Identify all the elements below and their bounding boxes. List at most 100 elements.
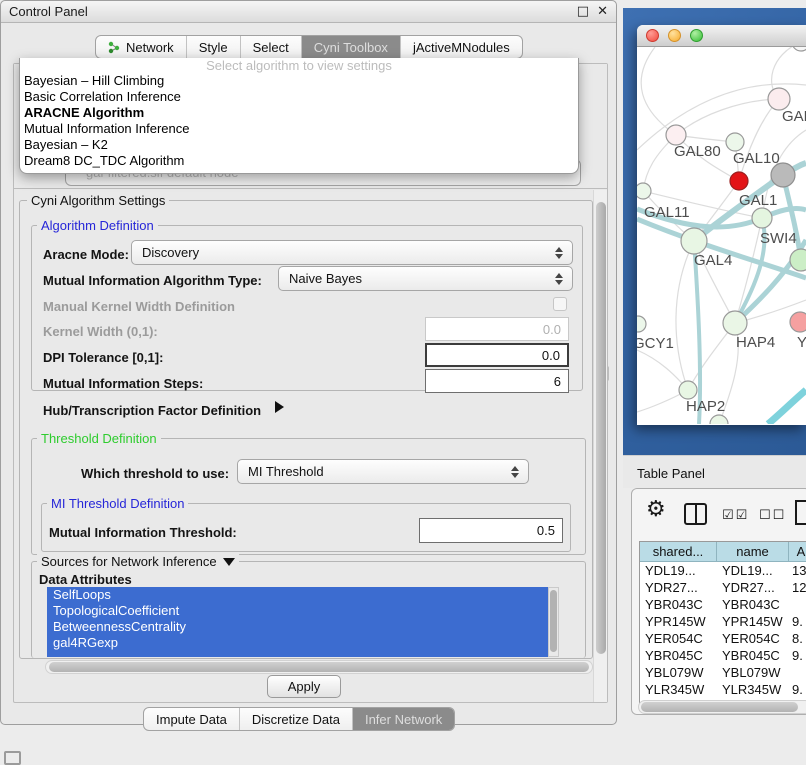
node-hap4[interactable] [723, 311, 747, 335]
close-traffic-icon[interactable] [646, 29, 659, 42]
control-panel-titlebar: Control Panel □ ✕ [1, 1, 616, 23]
table-row[interactable]: YBR045C YBR045C 9. [640, 647, 806, 664]
gear-icon[interactable]: ⚙ [646, 499, 666, 521]
node-label-gal1: GAL1 [739, 192, 777, 209]
tab-select[interactable]: Select [241, 36, 302, 58]
apply-button[interactable]: Apply [267, 675, 341, 698]
tab-impute-data[interactable]: Impute Data [144, 708, 240, 730]
horizontal-scrollbar[interactable] [45, 660, 593, 674]
select-all-columns-icon[interactable]: ☑☑ [722, 508, 749, 523]
node-bottom-partial[interactable] [710, 415, 728, 424]
apply-label: Apply [288, 679, 321, 694]
attribute-item-selected[interactable]: gal4RGexp [47, 635, 548, 651]
network-view-window: GAL80 GAL10 GAL GAL11 GAL1 SWI4 GAL4 GCY… [637, 25, 806, 425]
dropdown-item[interactable]: Dream8 DC_TDC Algorithm [20, 153, 578, 169]
kernel-width-field[interactable]: 0.0 [425, 317, 569, 341]
tab-cyni-toolbox[interactable]: Cyni Toolbox [302, 36, 401, 58]
manual-kernel-checkbox[interactable] [553, 297, 567, 311]
node-gal80[interactable] [666, 125, 686, 145]
mi-steps-value: 6 [554, 374, 561, 389]
node-gal1-highlighted[interactable] [730, 172, 748, 190]
float-window-icon[interactable]: □ [577, 4, 589, 19]
horizontal-scrollbar-thumb[interactable] [49, 662, 589, 672]
minimize-traffic-icon[interactable] [668, 29, 681, 42]
table-row[interactable]: YBR043C YBR043C [640, 596, 806, 613]
dpi-tolerance-label: DPI Tolerance [0,1]: [43, 350, 163, 365]
mi-threshold-field[interactable]: 0.5 [419, 518, 563, 543]
tab-network[interactable]: Network [96, 36, 187, 58]
tab-jactivemnodules[interactable]: jActiveMNodules [401, 36, 522, 58]
deselect-all-columns-icon[interactable]: ☐☐ [759, 508, 786, 523]
node-gal4[interactable] [681, 228, 707, 254]
table-row[interactable]: YDR27... YDR27... 12 [640, 579, 806, 596]
tab-discretize-data[interactable]: Discretize Data [240, 708, 353, 730]
cell: YBR043C [640, 596, 717, 613]
cell: 9. [789, 613, 806, 630]
stepper-arrows-icon [555, 273, 563, 285]
data-attributes-label: Data Attributes [39, 572, 132, 587]
export-table-icon[interactable] [795, 500, 806, 525]
column-header-partial[interactable]: A [789, 542, 806, 561]
attribute-item-selected[interactable]: TopologicalCoefficient [47, 603, 548, 619]
aracne-mode-select[interactable]: Discovery [131, 240, 573, 265]
minimized-panel-icon[interactable] [4, 751, 21, 765]
dropdown-item[interactable]: Bayesian – Hill Climbing [20, 73, 578, 89]
table-row[interactable]: YLR345W YLR345W 9. [640, 681, 806, 698]
node-gcy1[interactable] [637, 316, 646, 332]
which-threshold-select[interactable]: MI Threshold [237, 459, 529, 484]
table-row[interactable]: YDL19... YDL19... 13 [640, 562, 806, 579]
node-hap2[interactable] [679, 381, 697, 399]
table-row[interactable]: YPR145W YPR145W 9. [640, 613, 806, 630]
attributes-list-scrollbar[interactable] [548, 587, 559, 657]
dropdown-item-selected[interactable]: ARACNE Algorithm [20, 105, 578, 121]
vertical-scrollbar[interactable] [593, 190, 607, 702]
mi-steps-field[interactable]: 6 [425, 369, 569, 393]
node-unlabeled-top[interactable] [792, 47, 806, 51]
node-gal10[interactable] [726, 133, 744, 151]
table-horizontal-scrollbar[interactable] [638, 700, 806, 714]
table-panel-title: Table Panel [637, 466, 705, 481]
table-header-row: shared... name A [640, 542, 806, 562]
tab-style[interactable]: Style [187, 36, 241, 58]
expand-right-icon[interactable] [275, 401, 284, 413]
node-swi4[interactable] [752, 208, 772, 228]
node-label-hap4: HAP4 [736, 334, 775, 351]
table-row[interactable]: YER054C YER054C 8. [640, 630, 806, 647]
cell: YBL079W [717, 664, 789, 681]
control-panel-window: Control Panel □ ✕ Network Style Select C… [0, 0, 617, 725]
aracne-mode-label: Aracne Mode: [43, 247, 129, 262]
cell: YER054C [640, 630, 717, 647]
column-header-shared[interactable]: shared... [640, 542, 717, 561]
column-header-name[interactable]: name [717, 542, 789, 561]
dropdown-item[interactable]: Basic Correlation Inference [20, 89, 578, 105]
node-gal-top[interactable] [768, 88, 790, 110]
cell: YDR27... [640, 579, 717, 596]
table-row[interactable]: YBL079W YBL079W [640, 664, 806, 681]
tab-label: Select [253, 40, 289, 55]
bottom-tabbar: Impute Data Discretize Data Infer Networ… [143, 707, 455, 731]
mi-threshold-value: 0.5 [537, 523, 555, 538]
group-title: MI Threshold Definition [47, 496, 188, 511]
network-canvas[interactable]: GAL80 GAL10 GAL GAL11 GAL1 SWI4 GAL4 GCY… [637, 47, 806, 424]
split-pane-icon[interactable] [684, 503, 707, 525]
table-horizontal-scrollbar-thumb[interactable] [641, 702, 798, 712]
node-salmon[interactable] [790, 312, 806, 332]
node-right-green[interactable] [790, 249, 806, 271]
dropdown-item[interactable]: Bayesian – K2 [20, 137, 578, 153]
node-gal11[interactable] [637, 183, 651, 199]
cell: YBL079W [640, 664, 717, 681]
mi-type-select[interactable]: Naive Bayes [278, 266, 573, 291]
tab-label: jActiveMNodules [413, 40, 510, 55]
dpi-tolerance-field[interactable]: 0.0 [425, 343, 569, 367]
attribute-item-selected[interactable]: BetweennessCentrality [47, 619, 548, 635]
sources-expander[interactable]: Sources for Network Inference [37, 554, 239, 569]
hub-definition-expander-label[interactable]: Hub/Transcription Factor Definition [43, 403, 261, 418]
which-threshold-value: MI Threshold [248, 464, 324, 479]
cell: YPR145W [717, 613, 789, 630]
tab-infer-network[interactable]: Infer Network [353, 708, 454, 730]
attribute-item-selected[interactable]: SelfLoops [47, 587, 548, 603]
vertical-scrollbar-thumb[interactable] [596, 202, 606, 654]
close-window-icon[interactable]: ✕ [597, 4, 608, 19]
zoom-traffic-icon[interactable] [690, 29, 703, 42]
dropdown-item[interactable]: Mutual Information Inference [20, 121, 578, 137]
